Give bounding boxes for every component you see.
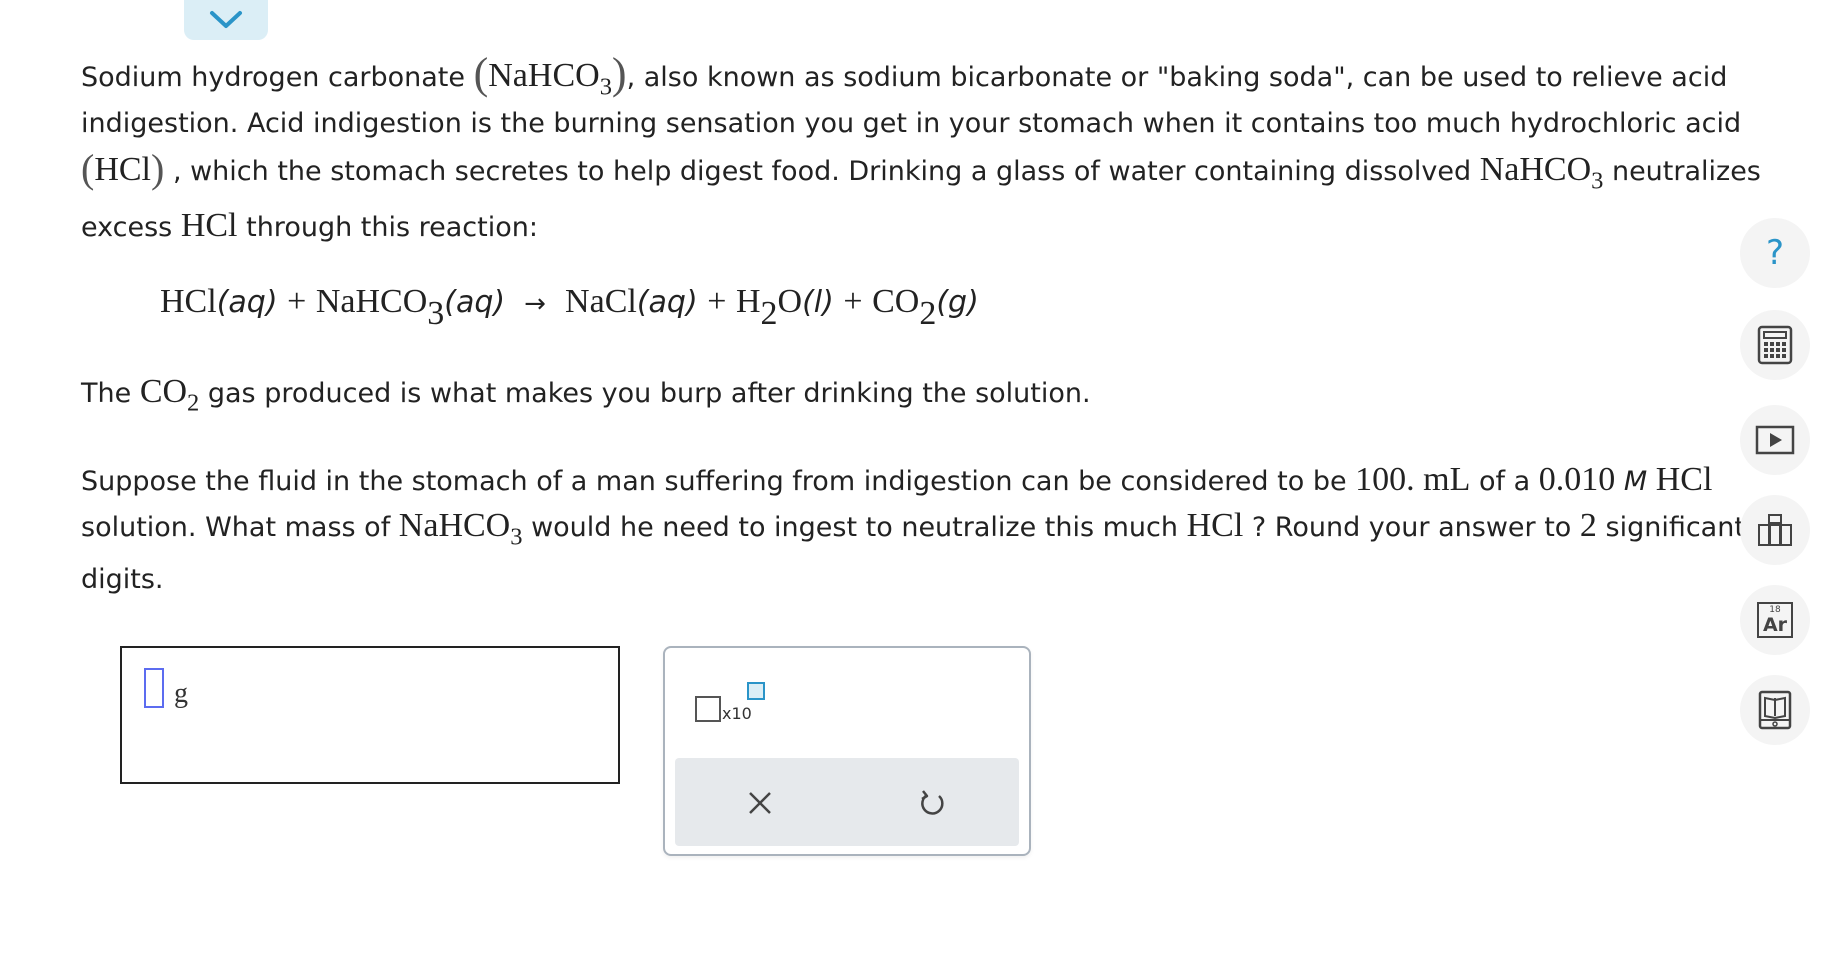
periodic-table-icon: 18 Ar xyxy=(1757,602,1793,638)
exponent-box-icon xyxy=(747,682,765,700)
reaction-arrow: → xyxy=(524,289,546,319)
answer-input-cursor[interactable] xyxy=(144,668,164,708)
question-line-2: solution. What mass of NaHCO3 would he n… xyxy=(81,507,1745,551)
close-icon xyxy=(749,792,771,814)
collapse-toggle[interactable] xyxy=(184,0,268,40)
nahco3-formula: NaHCO3 xyxy=(488,57,612,101)
hcl-formula: HCl xyxy=(180,207,238,244)
data-button[interactable] xyxy=(1740,495,1810,565)
intro-line-1: Sodium hydrogen carbonate (NaHCO3), also… xyxy=(81,49,1728,101)
math-keypad: x10 xyxy=(663,646,1031,856)
intro-line-4: excess HCl through this reaction: xyxy=(81,207,538,244)
undo-icon xyxy=(921,790,944,815)
play-video-icon xyxy=(1755,425,1795,455)
help-button[interactable]: ? xyxy=(1740,218,1810,288)
reference-book-button[interactable] xyxy=(1740,675,1810,745)
clear-button[interactable] xyxy=(735,778,785,828)
mantissa-box-icon xyxy=(695,696,721,722)
reaction-equation: HCl(aq) + NaHCO3(aq) → NaCl(aq) + H2O(l)… xyxy=(160,283,979,332)
intro-line-3: (HCl) , which the stomach secretes to he… xyxy=(81,146,1761,195)
co2-note: The CO2 gas produced is what makes you b… xyxy=(81,373,1091,417)
unit-label: g xyxy=(174,678,188,709)
x10-button[interactable]: x10 xyxy=(695,678,775,728)
periodic-table-button[interactable]: 18 Ar xyxy=(1740,585,1810,655)
undo-button[interactable] xyxy=(907,778,957,828)
nahco3-formula: NaHCO3 xyxy=(1479,151,1604,195)
answer-input[interactable]: g xyxy=(120,646,620,784)
question-mark-icon: ? xyxy=(1765,233,1785,273)
keypad-actions xyxy=(675,758,1019,846)
chevron-down-icon xyxy=(210,11,242,28)
calculator-button[interactable] xyxy=(1740,310,1810,380)
calculator-icon xyxy=(1757,325,1793,365)
question-line-3: digits. xyxy=(81,564,164,595)
hcl-formula: HCl xyxy=(94,151,152,188)
video-button[interactable] xyxy=(1740,405,1810,475)
data-table-icon xyxy=(1758,514,1792,546)
book-icon xyxy=(1758,690,1792,730)
